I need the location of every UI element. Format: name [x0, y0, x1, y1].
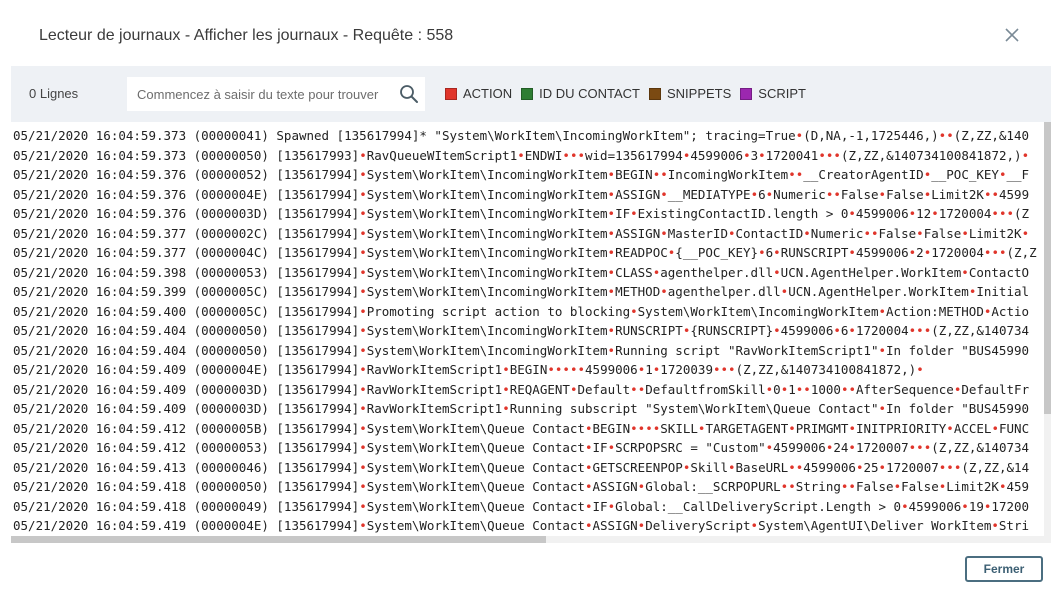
- legend-item-snippets: SNIPPETS: [649, 86, 731, 101]
- legend-swatch: [740, 87, 753, 100]
- log-line: 05/21/2020 16:04:59.413 (00000046) [1356…: [13, 459, 1030, 475]
- search-box[interactable]: [127, 77, 425, 111]
- log-line: 05/21/2020 16:04:59.404 (00000050) [1356…: [13, 323, 1030, 338]
- log-line: 05/21/2020 16:04:59.373 (00000050) [1356…: [13, 147, 1030, 163]
- log-line: 05/21/2020 16:04:59.412 (0000005B) [1356…: [13, 420, 1030, 436]
- dialog-title: Lecteur de journaux - Afficher les journ…: [39, 27, 454, 44]
- horizontal-scrollbar[interactable]: [11, 536, 1051, 543]
- legend-label: ACTION: [463, 86, 513, 101]
- legend-item-id-du-contact: ID DU CONTACT: [521, 86, 640, 101]
- log-toolbar: 0 Lignes ACTION ID DU CONTACT SNIPPETS SCRI…: [11, 66, 1051, 122]
- vertical-scrollbar-thumb[interactable]: [1044, 122, 1051, 414]
- legend-swatch: [649, 87, 661, 100]
- log-line: 05/21/2020 16:04:59.409 (0000003D) [1356…: [13, 401, 1030, 416]
- log-line: 05/21/2020 16:04:59.418 (00000050) [1356…: [13, 479, 1030, 494]
- legend-item-action: ACTION: [445, 86, 512, 101]
- log-line: 05/21/2020 16:04:59.399 (0000005C) [1356…: [13, 284, 1030, 299]
- log-lines: 05/21/2020 16:04:59.373 (00000041) Spawn…: [13, 126, 1043, 536]
- legend: ACTION ID DU CONTACT SNIPPETS SCRIPT: [445, 86, 815, 101]
- log-line: 05/21/2020 16:04:59.404 (00000050) [1356…: [13, 342, 1030, 358]
- legend-label: ID DU CONTACT: [539, 86, 640, 101]
- log-line: 05/21/2020 16:04:59.377 (0000004C) [1356…: [13, 245, 1037, 260]
- legend-swatch: [521, 87, 534, 100]
- legend-swatch: [445, 87, 457, 100]
- horizontal-scrollbar-thumb[interactable]: [11, 536, 546, 543]
- vertical-scrollbar[interactable]: [1044, 122, 1051, 536]
- close-x-glyph: [1005, 28, 1019, 42]
- log-line: 05/21/2020 16:04:59.409 (0000003D) [1356…: [13, 381, 1030, 397]
- log-line: 05/21/2020 16:04:59.376 (0000003D) [1356…: [13, 206, 1030, 221]
- log-viewer[interactable]: 05/21/2020 16:04:59.373 (00000041) Spawn…: [11, 122, 1051, 537]
- legend-item-script: SCRIPT: [740, 86, 806, 101]
- search-icon[interactable]: [399, 84, 419, 104]
- close-button[interactable]: Fermer: [965, 556, 1043, 582]
- log-line: 05/21/2020 16:04:59.412 (00000053) [1356…: [13, 440, 1030, 455]
- legend-label: SCRIPT: [758, 86, 806, 101]
- log-line: 05/21/2020 16:04:59.377 (0000002C) [1356…: [13, 225, 1030, 241]
- log-line: 05/21/2020 16:04:59.418 (00000049) [1356…: [13, 498, 1030, 514]
- log-line: 05/21/2020 16:04:59.376 (0000004E) [1356…: [13, 186, 1030, 202]
- log-line: 05/21/2020 16:04:59.376 (00000052) [1356…: [13, 167, 1030, 182]
- log-line: 05/21/2020 16:04:59.400 (0000005C) [1356…: [13, 303, 1030, 319]
- log-line: 05/21/2020 16:04:59.419 (0000004E) [1356…: [13, 518, 1030, 533]
- log-line: 05/21/2020 16:04:59.373 (00000041) Spawn…: [13, 128, 1029, 143]
- log-line: 05/21/2020 16:04:59.398 (00000053) [1356…: [13, 264, 1030, 280]
- close-icon[interactable]: [1002, 25, 1022, 45]
- line-count: 0 Lignes: [29, 86, 79, 101]
- legend-label: SNIPPETS: [667, 86, 732, 101]
- search-input[interactable]: [127, 77, 397, 111]
- log-line: 05/21/2020 16:04:59.409 (0000004E) [1356…: [13, 362, 924, 377]
